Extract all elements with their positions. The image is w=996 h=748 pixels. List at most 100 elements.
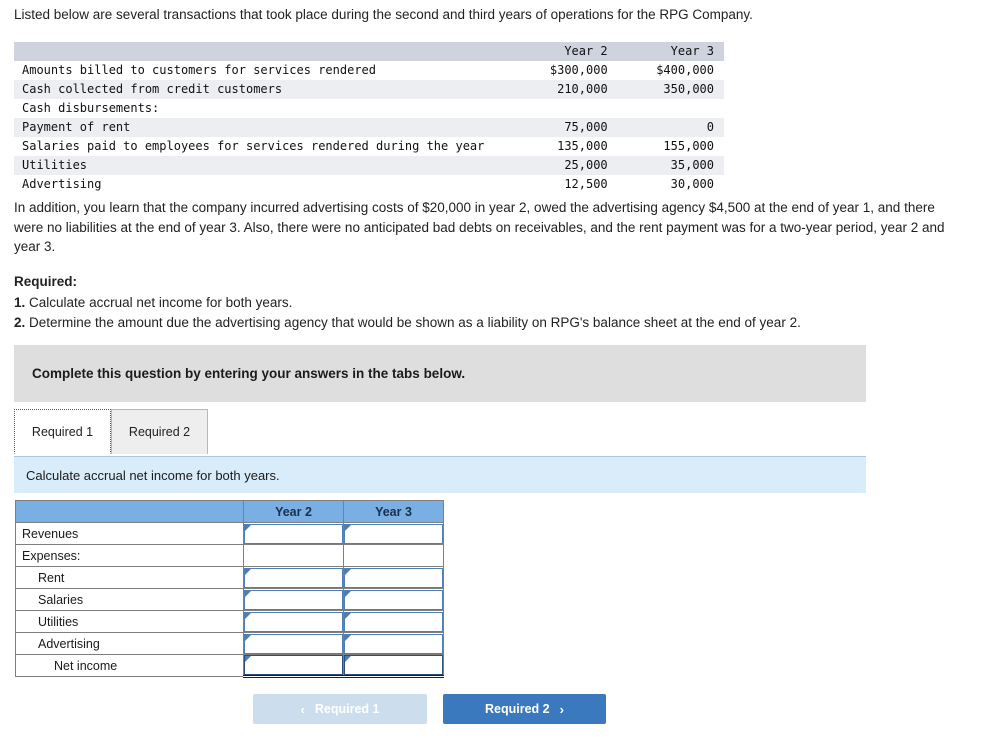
answer-table-head: Year 2 Year 3 (15, 500, 444, 523)
table-row: Expenses: (15, 544, 444, 567)
tab-strip: Required 1 Required 2 (14, 409, 866, 456)
answer-row-label-expenses: Expenses: (15, 544, 244, 567)
revenues-year3-input[interactable] (344, 523, 443, 544)
cell-marker-icon (345, 612, 351, 619)
sub-instruction-text: Calculate accrual net income for both ye… (26, 467, 280, 483)
cell-marker-icon (245, 524, 251, 531)
transaction-year2: 25,000 (509, 156, 618, 175)
answer-cell-revenues-year3[interactable] (343, 522, 444, 545)
cell-marker-icon (345, 634, 351, 641)
answer-header-blank (15, 500, 244, 523)
net-income-year3-input[interactable] (344, 655, 443, 675)
advertising-year3-input[interactable] (344, 633, 443, 654)
required-item-1-text: Calculate accrual net income for both ye… (29, 294, 293, 310)
rent-year2-input[interactable] (244, 567, 343, 588)
prev-button-label: Required 1 (314, 702, 380, 716)
answer-header-year2: Year 2 (243, 500, 344, 523)
answer-cell-expenses-year3 (343, 544, 444, 567)
prev-required-1-button[interactable]: ‹ Required 1 (253, 694, 427, 724)
transactions-header-year3: Year 3 (617, 42, 724, 61)
salaries-year2-input[interactable] (244, 589, 343, 610)
answer-row-label-advertising: Advertising (15, 632, 244, 655)
required-item-2: 2. Determine the amount due the advertis… (14, 313, 954, 333)
tab-required-2-label: Required 2 (128, 425, 191, 439)
navigation-row: ‹ Required 1 Required 2 › (0, 694, 996, 726)
transaction-label: Payment of rent (14, 118, 510, 137)
transaction-year3: $400,000 (617, 61, 724, 80)
required-item-2-number: 2. (14, 315, 26, 330)
transaction-label: Salaries paid to employees for services … (14, 137, 510, 156)
transaction-year2: 75,000 (509, 118, 618, 137)
cell-marker-icon (245, 612, 251, 619)
intro-paragraph: Listed below are several transactions th… (14, 7, 753, 22)
transaction-year3: 155,000 (617, 137, 724, 156)
rent-year3-input[interactable] (344, 567, 443, 588)
cell-marker-icon (245, 634, 251, 641)
answer-cell-utilities-year3[interactable] (343, 610, 444, 633)
cell-marker-icon (345, 656, 351, 662)
answer-cell-rent-year2[interactable] (243, 566, 344, 589)
table-row: Salaries (15, 588, 444, 611)
table-row: Cash collected from credit customers 210… (14, 80, 724, 99)
advertising-year2-input[interactable] (244, 633, 343, 654)
cell-marker-icon (245, 568, 251, 575)
answer-row-label-utilities: Utilities (15, 610, 244, 633)
transactions-header-blank (14, 42, 510, 61)
answer-cell-revenues-year2[interactable] (243, 522, 344, 545)
answer-cell-expenses-year2 (243, 544, 344, 567)
transactions-table-body: Year 2 Year 3 Amounts billed to customer… (14, 42, 724, 194)
cell-marker-icon (345, 590, 351, 597)
answer-cell-advertising-year3[interactable] (343, 632, 444, 655)
next-required-2-button[interactable]: Required 2 › (443, 694, 606, 724)
transactions-table: Year 2 Year 3 Amounts billed to customer… (14, 42, 724, 194)
table-row: Rent (15, 566, 444, 589)
transaction-year2: 12,500 (509, 175, 618, 194)
answer-row-label-rent: Rent (15, 566, 244, 589)
table-row: Utilities (15, 610, 444, 633)
answer-header-row: Year 2 Year 3 (15, 500, 444, 523)
tab-required-1[interactable]: Required 1 (14, 409, 111, 454)
transaction-year3 (617, 99, 724, 118)
revenues-year2-input[interactable] (244, 523, 343, 544)
answer-cell-net-income-year3[interactable] (343, 654, 444, 678)
transaction-label: Advertising (14, 175, 510, 194)
transaction-year3: 350,000 (617, 80, 724, 99)
instruction-banner-text: Complete this question by entering your … (32, 366, 466, 381)
salaries-year3-input[interactable] (344, 589, 443, 610)
additional-info-paragraph: In addition, you learn that the company … (14, 200, 945, 254)
tab-required-1-label: Required 1 (31, 424, 94, 439)
transaction-year2 (509, 99, 618, 118)
required-item-1-number: 1. (14, 294, 26, 310)
answer-cell-salaries-year3[interactable] (343, 588, 444, 611)
table-row: Salaries paid to employees for services … (14, 137, 724, 156)
transaction-year3: 35,000 (617, 156, 724, 175)
cell-marker-icon (345, 568, 351, 575)
answer-cell-net-income-year2[interactable] (243, 654, 344, 678)
net-income-year2-input[interactable] (244, 655, 343, 675)
answer-cell-salaries-year2[interactable] (243, 588, 344, 611)
cell-marker-icon (245, 590, 251, 597)
utilities-year3-input[interactable] (344, 611, 443, 632)
transaction-year3: 30,000 (617, 175, 724, 194)
table-row: Payment of rent 75,000 0 (14, 118, 724, 137)
answer-table-body: Revenues Expenses: Rent Salaries Utiliti… (15, 522, 444, 678)
transaction-label: Utilities (14, 156, 510, 175)
utilities-year2-input[interactable] (244, 611, 343, 632)
chevron-right-icon: › (559, 701, 564, 717)
transaction-label: Cash disbursements: (14, 99, 510, 118)
transaction-label: Amounts billed to customers for services… (14, 61, 510, 80)
next-button-label: Required 2 (485, 702, 550, 716)
table-row: Net income (15, 654, 444, 678)
table-row: Advertising 12,500 30,000 (14, 175, 724, 194)
answer-cell-utilities-year2[interactable] (243, 610, 344, 633)
required-item-1: 1. Calculate accrual net income for both… (14, 293, 954, 313)
required-title: Required: (14, 274, 78, 289)
table-row: Amounts billed to customers for services… (14, 61, 724, 80)
sub-instruction-bar: Calculate accrual net income for both ye… (14, 456, 866, 493)
transaction-year2: 210,000 (509, 80, 618, 99)
tab-required-2[interactable]: Required 2 (111, 409, 208, 454)
table-row: Utilities 25,000 35,000 (14, 156, 724, 175)
transaction-year3: 0 (617, 118, 724, 137)
answer-cell-advertising-year2[interactable] (243, 632, 344, 655)
answer-cell-rent-year3[interactable] (343, 566, 444, 589)
